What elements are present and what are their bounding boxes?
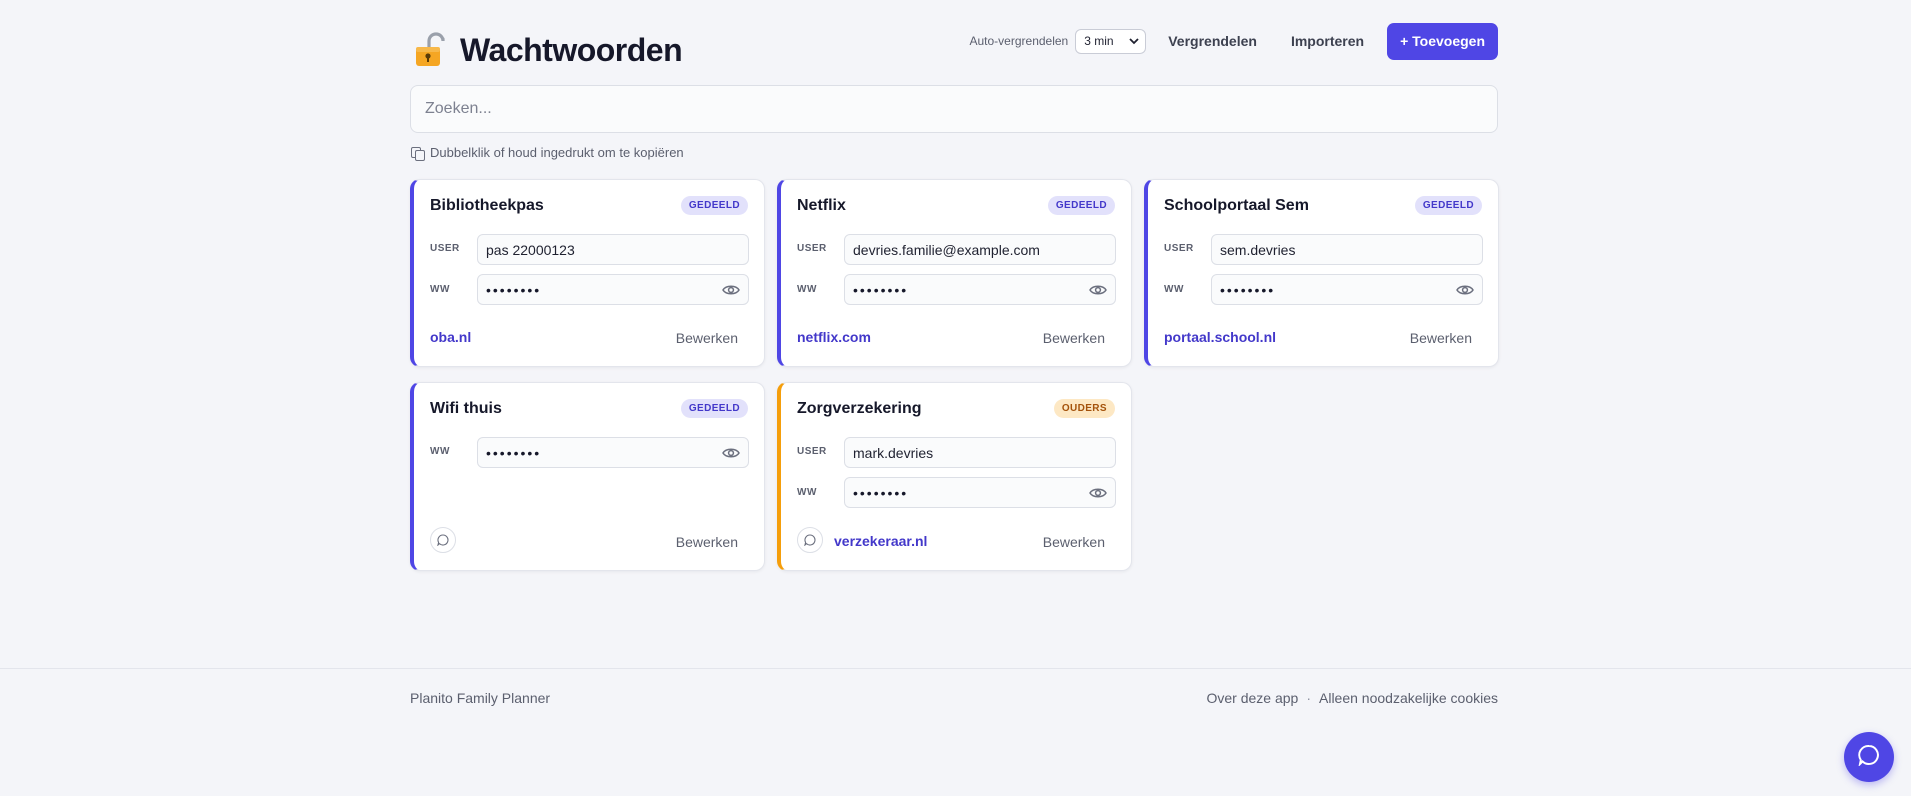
password-card-bibliotheekpas: Bibliotheekpas GEDEELD USER pas 22000123…: [410, 179, 765, 367]
password-masked: ••••••••: [486, 281, 542, 298]
eye-icon[interactable]: [722, 283, 740, 297]
status-badge: GEDEELD: [1047, 196, 1115, 215]
card-title: Schoolportaal Sem: [1164, 197, 1309, 214]
search-input[interactable]: [410, 85, 1498, 133]
page-header: Wachtwoorden Auto-vergrendelen 3 min Ver…: [410, 22, 1498, 78]
footer-app-name: Planito Family Planner: [410, 690, 551, 706]
chat-bubble-icon: [1858, 744, 1880, 771]
password-card-netflix: Netflix GEDEELD USER devries.familie@exa…: [777, 179, 1132, 367]
user-value: devries.familie@example.com: [853, 241, 1040, 258]
user-label: USER: [797, 446, 827, 457]
copy-hint: Dubbelklik of houd ingedrukt om te kopië…: [410, 145, 684, 161]
copy-hint-text: Dubbelklik of houd ingedrukt om te kopië…: [430, 145, 684, 160]
password-field[interactable]: ••••••••: [844, 477, 1116, 508]
status-badge: OUDERS: [1053, 399, 1115, 418]
footer-separator: ·: [1306, 690, 1311, 706]
edit-button[interactable]: Bewerken: [1410, 330, 1472, 346]
site-link[interactable]: portaal.school.nl: [1164, 329, 1276, 345]
password-label: WW: [430, 446, 450, 457]
eye-icon[interactable]: [1089, 486, 1107, 500]
password-masked: ••••••••: [1220, 281, 1276, 298]
page-title: Wachtwoorden: [460, 31, 683, 68]
site-link[interactable]: verzekeraar.nl: [834, 533, 927, 549]
autolock-value: 3 min: [1084, 34, 1114, 48]
user-value: sem.devries: [1220, 241, 1296, 258]
status-badge: GEDEELD: [1414, 196, 1482, 215]
password-masked: ••••••••: [853, 281, 909, 298]
edit-button[interactable]: Bewerken: [676, 534, 738, 550]
add-button[interactable]: + Toevoegen: [1387, 22, 1498, 60]
password-field[interactable]: ••••••••: [477, 274, 749, 305]
user-label: USER: [1164, 243, 1194, 254]
password-field[interactable]: ••••••••: [844, 274, 1116, 305]
password-masked: ••••••••: [486, 444, 542, 461]
import-button[interactable]: Importeren: [1291, 33, 1364, 49]
edit-button[interactable]: Bewerken: [676, 330, 738, 346]
card-title: Netflix: [797, 197, 846, 214]
card-title: Wifi thuis: [430, 400, 502, 417]
lock-button[interactable]: Vergrendelen: [1168, 33, 1257, 49]
eye-icon[interactable]: [1456, 283, 1474, 297]
footer: Planito Family Planner Over deze app · A…: [0, 668, 1911, 796]
card-title: Bibliotheekpas: [430, 197, 544, 214]
password-card-zorgverzekering: Zorgverzekering OUDERS USER mark.devries…: [777, 382, 1132, 571]
password-masked: ••••••••: [853, 484, 909, 501]
eye-icon[interactable]: [1089, 283, 1107, 297]
password-card-wifi: Wifi thuis GEDEELD WW •••••••• Bewerken: [410, 382, 765, 571]
eye-icon[interactable]: [722, 446, 740, 460]
password-label: WW: [797, 487, 817, 498]
user-value: mark.devries: [853, 444, 934, 461]
note-icon[interactable]: [797, 527, 823, 553]
status-badge: GEDEELD: [680, 196, 748, 215]
status-badge: GEDEELD: [680, 399, 748, 418]
password-label: WW: [430, 284, 450, 295]
user-label: USER: [430, 243, 460, 254]
edit-button[interactable]: Bewerken: [1043, 534, 1105, 550]
user-field[interactable]: pas 22000123: [477, 234, 749, 265]
card-title: Zorgverzekering: [797, 400, 922, 417]
autolock-label: Auto-vergrendelen: [969, 34, 1069, 48]
header-actions: Auto-vergrendelen 3 min Vergrendelen Imp…: [969, 22, 1498, 60]
user-value: pas 22000123: [486, 241, 575, 258]
user-label: USER: [797, 243, 827, 254]
footer-links: Over deze app · Alleen noodzakelijke coo…: [1206, 690, 1498, 706]
title-wrap: Wachtwoorden: [410, 30, 683, 70]
user-field[interactable]: devries.familie@example.com: [844, 234, 1116, 265]
chat-button[interactable]: [1844, 732, 1894, 782]
autolock-select[interactable]: 3 min: [1075, 28, 1147, 54]
site-link[interactable]: netflix.com: [797, 329, 871, 345]
password-card-schoolportaal: Schoolportaal Sem GEDEELD USER sem.devri…: [1144, 179, 1499, 367]
edit-button[interactable]: Bewerken: [1043, 330, 1105, 346]
copy-icon: [410, 146, 425, 161]
about-link[interactable]: Over deze app: [1206, 690, 1298, 706]
note-icon[interactable]: [430, 527, 456, 553]
cookies-link[interactable]: Alleen noodzakelijke cookies: [1319, 690, 1498, 706]
user-field[interactable]: mark.devries: [844, 437, 1116, 468]
user-field[interactable]: sem.devries: [1211, 234, 1483, 265]
unlocked-padlock-icon: [410, 30, 450, 70]
password-label: WW: [1164, 284, 1184, 295]
password-field[interactable]: ••••••••: [1211, 274, 1483, 305]
chevron-down-icon: [1129, 34, 1139, 48]
password-field[interactable]: ••••••••: [477, 437, 749, 468]
password-label: WW: [797, 284, 817, 295]
site-link[interactable]: oba.nl: [430, 329, 471, 345]
